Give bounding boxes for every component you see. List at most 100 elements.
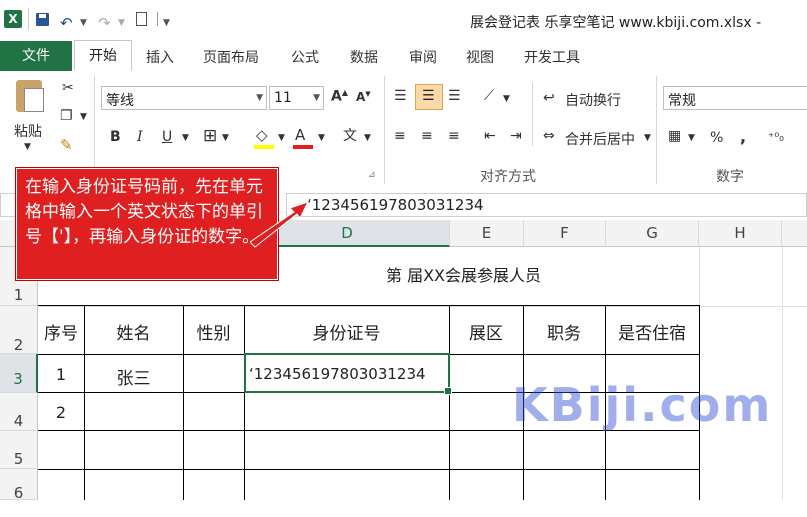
row-header-4[interactable]: 4 <box>0 393 38 431</box>
comma-button[interactable]: , <box>740 127 746 146</box>
font-dialog-launcher-icon[interactable]: ⊿ <box>368 170 376 180</box>
header-cell-area[interactable]: 展区 <box>449 319 523 344</box>
header-cell-id[interactable]: 身份证号 <box>244 319 449 344</box>
orientation-icon[interactable]: ⟋ <box>484 88 494 104</box>
decrease-font-icon[interactable]: A▼ <box>356 90 371 104</box>
chevron-down-icon[interactable]: ▼ <box>80 112 87 122</box>
fill-handle[interactable] <box>444 387 452 395</box>
row-header-5[interactable]: 5 <box>0 431 38 469</box>
underline-icon[interactable]: U <box>162 129 172 145</box>
decrease-indent-icon[interactable]: ⇤ <box>484 128 496 144</box>
header-cell-gender[interactable]: 性别 <box>183 319 244 344</box>
align-bottom-icon[interactable]: ☰ <box>448 88 461 104</box>
active-cell-d3[interactable]: ‘123456197803031234 <box>244 353 452 395</box>
tab-page-layout[interactable]: 页面布局 <box>203 47 259 67</box>
callout-text: 在输入身份证号码前，先在单元格中输入一个英文状态下的单引号【'】，再输入身份证的… <box>25 177 263 247</box>
font-color-swatch <box>293 145 313 149</box>
increase-indent-icon[interactable]: ⇥ <box>510 128 522 144</box>
paste-icon[interactable] <box>16 80 44 112</box>
formula-value: ‘123456197803031234 <box>307 196 484 214</box>
font-size-select[interactable]: 11 ▼ <box>269 86 324 110</box>
table-border <box>38 305 700 306</box>
instruction-callout: 在输入身份证号码前，先在单元格中输入一个英文状态下的单引号【'】，再输入身份证的… <box>16 168 278 280</box>
header-cell-name[interactable]: 姓名 <box>84 319 183 344</box>
column-header-g[interactable]: G <box>606 220 699 247</box>
align-center-icon[interactable]: ≡ <box>421 128 433 144</box>
borders-icon[interactable]: ⊞ <box>203 126 217 146</box>
table-border <box>38 469 700 470</box>
chevron-down-icon[interactable]: ▼ <box>80 18 87 28</box>
alignment-group-label: 对齐方式 <box>480 169 536 185</box>
tab-data[interactable]: 数据 <box>350 47 378 67</box>
tab-insert[interactable]: 插入 <box>146 47 174 67</box>
font-size-value: 11 <box>274 90 292 106</box>
merge-center-icon[interactable]: ⇔ <box>543 128 555 144</box>
window-title: 展会登记表 乐享空笔记 www.kbiji.com.xlsx - <box>470 15 762 31</box>
accounting-format-icon[interactable]: ▦ <box>668 128 681 144</box>
row-header-2[interactable]: 2 <box>0 306 38 354</box>
tab-review[interactable]: 审阅 <box>409 47 437 67</box>
wrap-text-button[interactable]: 自动换行 <box>565 90 621 110</box>
font-name-value: 等线 <box>106 93 134 109</box>
align-left-icon[interactable]: ≡ <box>394 128 406 144</box>
phonetic-guide-icon[interactable]: 文 <box>343 125 357 145</box>
align-middle-icon: ☰ <box>422 88 435 104</box>
format-painter-icon[interactable]: ✎ <box>60 136 73 154</box>
chevron-down-icon[interactable]: ▼ <box>364 133 371 143</box>
paste-button[interactable]: 粘贴 <box>14 121 42 141</box>
column-header-e[interactable]: E <box>450 220 524 247</box>
chevron-down-icon[interactable]: ▼ <box>222 133 229 143</box>
chevron-down-icon[interactable]: ▼ <box>318 133 325 143</box>
header-cell-position[interactable]: 职务 <box>523 319 605 344</box>
copy-icon[interactable]: ❐ <box>60 108 73 124</box>
customize-icon[interactable]: ▼ <box>163 18 170 28</box>
chevron-down-icon[interactable]: ▼ <box>24 142 31 152</box>
tab-formulas[interactable]: 公式 <box>291 47 319 67</box>
bold-icon[interactable]: B <box>110 129 121 145</box>
header-cell-no[interactable]: 序号 <box>38 319 84 344</box>
cut-icon[interactable]: ✂ <box>62 80 74 96</box>
font-name-select[interactable]: 等线 ▼ <box>101 86 267 110</box>
chevron-down-icon: ▼ <box>256 93 263 103</box>
number-format-select[interactable]: 常规 <box>663 86 807 110</box>
row-header-6[interactable]: 6 <box>0 469 38 502</box>
cell-id: ‘123456197803031234 <box>249 365 426 383</box>
fill-color-icon[interactable]: ◇ <box>256 126 268 144</box>
header-cell-lodging[interactable]: 是否住宿 <box>605 319 699 344</box>
font-color-icon[interactable]: A <box>295 126 305 144</box>
excel-logo-icon[interactable]: X <box>4 10 22 28</box>
wrap-text-icon[interactable]: ↩ <box>543 90 555 106</box>
chevron-down-icon[interactable]: ▼ <box>688 133 695 143</box>
italic-icon[interactable]: I <box>137 129 143 145</box>
redo-icon[interactable]: ↷ <box>98 14 111 32</box>
chevron-down-icon[interactable]: ▼ <box>118 18 125 28</box>
align-top-icon[interactable]: ☰ <box>394 88 407 104</box>
cell-no[interactable]: 1 <box>38 365 84 384</box>
cell-name[interactable]: 张三 <box>84 364 183 389</box>
percent-button[interactable]: % <box>710 130 723 146</box>
new-file-icon[interactable] <box>136 12 147 26</box>
row-header-3[interactable]: 3 <box>0 354 38 393</box>
chevron-down-icon[interactable]: ▼ <box>182 133 189 143</box>
align-middle-button[interactable]: ☰ <box>415 84 443 110</box>
merge-center-button[interactable]: 合并后居中 <box>565 129 635 149</box>
chevron-down-icon[interactable]: ▼ <box>644 133 651 143</box>
align-right-icon[interactable]: ≡ <box>448 128 460 144</box>
save-icon[interactable] <box>36 13 49 26</box>
tab-view[interactable]: 视图 <box>466 47 494 67</box>
formula-input[interactable]: ‘123456197803031234 <box>286 193 807 217</box>
divider <box>157 12 158 26</box>
chevron-down-icon[interactable]: ▼ <box>278 133 285 143</box>
column-header-f[interactable]: F <box>524 220 606 247</box>
tab-developer[interactable]: 开发工具 <box>524 47 580 67</box>
tab-home[interactable]: 开始 <box>74 40 132 71</box>
increase-decimal-icon[interactable]: ⁺⁰₀ <box>768 130 784 144</box>
tab-file[interactable]: 文件 <box>0 41 72 71</box>
cell-no[interactable]: 2 <box>38 403 84 422</box>
chevron-down-icon[interactable]: ▼ <box>503 94 510 104</box>
column-header-h[interactable]: H <box>699 220 782 247</box>
divider <box>656 76 657 184</box>
gridline <box>38 306 807 307</box>
increase-font-icon[interactable]: A▲ <box>331 88 348 105</box>
undo-icon[interactable]: ↶ <box>60 14 73 32</box>
